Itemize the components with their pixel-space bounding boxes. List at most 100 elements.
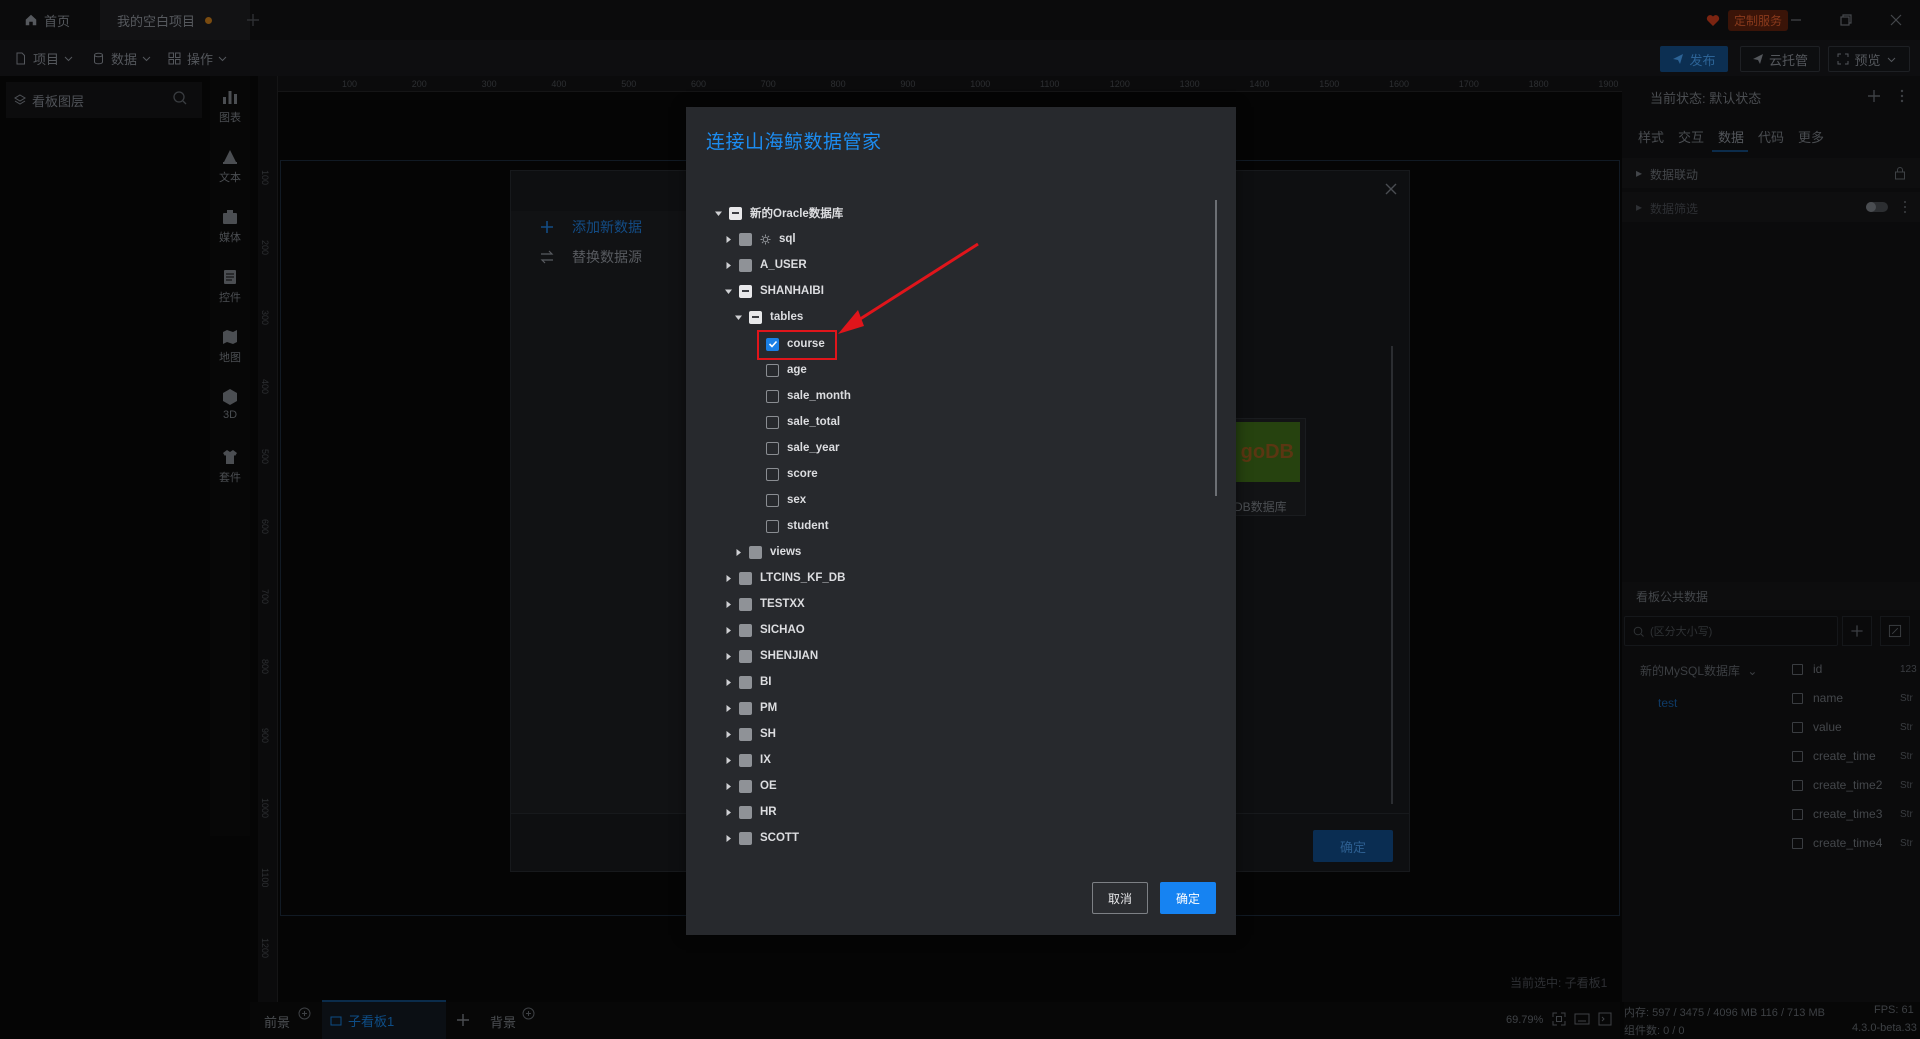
checkbox[interactable] xyxy=(1792,692,1803,704)
tree-leaf-sale-year[interactable]: sale_year xyxy=(766,438,839,458)
tool-chart[interactable]: 图表 xyxy=(210,88,250,125)
tree-node-schema[interactable]: PM xyxy=(724,698,777,718)
cancel-button[interactable]: 取消 xyxy=(1092,882,1148,914)
custom-service-button[interactable]: 定制服务 xyxy=(1706,9,1789,31)
checkbox[interactable] xyxy=(739,701,752,715)
checkbox-indeterminate[interactable] xyxy=(749,310,762,324)
checkbox[interactable] xyxy=(739,805,752,819)
tab-style[interactable]: 样式 xyxy=(1638,127,1664,146)
add-circle-icon[interactable] xyxy=(298,1007,311,1020)
checkbox[interactable] xyxy=(1792,808,1803,820)
checkbox[interactable] xyxy=(739,753,752,767)
tree-node-schema[interactable]: SCOTT xyxy=(724,828,799,848)
checkbox[interactable] xyxy=(766,363,779,377)
search-icon[interactable] xyxy=(172,90,188,106)
public-field-row[interactable]: name Str xyxy=(1792,689,1920,707)
checkbox[interactable] xyxy=(1792,721,1803,733)
tree-node-schema[interactable]: OE xyxy=(724,776,777,796)
checkbox[interactable] xyxy=(766,519,779,533)
tree-node-a-user[interactable]: A_USER xyxy=(724,255,807,275)
minimize-icon[interactable] xyxy=(1786,10,1806,30)
add-data-icon[interactable] xyxy=(1842,616,1872,646)
tree-node-schema[interactable]: IX xyxy=(724,750,771,770)
data-filter-section[interactable]: ▸ 数据筛选 xyxy=(1622,192,1920,222)
tool-3d[interactable]: 3D xyxy=(210,388,250,421)
public-field-row[interactable]: create_time4 Str xyxy=(1792,834,1920,852)
checkbox[interactable] xyxy=(1792,779,1803,791)
tab-data[interactable]: 数据 xyxy=(1718,127,1744,146)
add-icon[interactable] xyxy=(456,1013,470,1027)
tree-node-schema[interactable]: TESTXX xyxy=(724,594,805,614)
nav-replace-source[interactable]: 替换数据源 xyxy=(540,247,642,267)
close-icon[interactable] xyxy=(1384,182,1398,196)
tree-node-schema[interactable]: SHENJIAN xyxy=(724,646,818,666)
tree-leaf-age[interactable]: age xyxy=(766,360,807,380)
menu-data[interactable]: 数据 xyxy=(92,40,157,76)
tree-node-shanhaibi[interactable]: SHANHAIBI xyxy=(724,281,824,301)
checkbox[interactable] xyxy=(739,232,752,246)
more-vertical-icon[interactable] xyxy=(1902,200,1908,214)
menu-project[interactable]: 项目 xyxy=(14,40,79,76)
tree-node-views[interactable]: views xyxy=(734,542,801,562)
background-tab[interactable]: 背景 xyxy=(490,1012,516,1031)
cloud-hosting-button[interactable]: 云托管 xyxy=(1740,46,1820,72)
tab-home[interactable]: 首页 xyxy=(24,0,104,40)
keyboard-icon[interactable] xyxy=(1574,1012,1590,1026)
checkbox[interactable] xyxy=(739,623,752,637)
tree-leaf-sex[interactable]: sex xyxy=(766,490,806,510)
checkbox-indeterminate[interactable] xyxy=(739,284,752,298)
new-tab-icon[interactable] xyxy=(246,13,260,27)
menu-operate[interactable]: 操作 xyxy=(168,40,233,76)
nav-add-new-data[interactable]: 添加新数据 xyxy=(540,217,642,237)
scrollbar[interactable] xyxy=(1391,346,1393,804)
public-field-row[interactable]: create_time2 Str xyxy=(1792,776,1920,794)
checkbox[interactable] xyxy=(766,467,779,481)
checkbox[interactable] xyxy=(739,258,752,272)
filter-toggle[interactable] xyxy=(1866,202,1888,212)
checkbox[interactable] xyxy=(1792,837,1803,849)
checkbox[interactable] xyxy=(739,675,752,689)
close-window-icon[interactable] xyxy=(1886,10,1906,30)
checkbox[interactable] xyxy=(1792,750,1803,762)
tree-node-tables[interactable]: tables xyxy=(734,307,803,327)
checkbox[interactable] xyxy=(766,389,779,403)
tab-project[interactable]: 我的空白项目 xyxy=(100,0,250,40)
tool-map[interactable]: 地图 xyxy=(210,328,250,365)
checkbox[interactable] xyxy=(766,441,779,455)
tree-node-sql[interactable]: sql xyxy=(724,229,796,249)
checkbox[interactable] xyxy=(739,831,752,845)
checkbox[interactable] xyxy=(739,571,752,585)
tree-node-schema[interactable]: HR xyxy=(724,802,777,822)
tab-interaction[interactable]: 交互 xyxy=(1678,127,1704,146)
sub-board-tab[interactable]: 子看板1 xyxy=(322,1000,446,1039)
tree-node-schema[interactable]: BI xyxy=(724,672,772,692)
tree-node-schema[interactable]: LTCINS_KF_DB xyxy=(724,568,845,588)
checkbox[interactable] xyxy=(766,415,779,429)
terminal-icon[interactable] xyxy=(1598,1012,1612,1026)
tree-node-schema[interactable]: SICHAO xyxy=(724,620,805,640)
public-field-row[interactable]: create_time3 Str xyxy=(1792,805,1920,823)
tree-node-root[interactable]: 新的Oracle数据库 xyxy=(714,203,843,223)
tree-leaf-sale-month[interactable]: sale_month xyxy=(766,386,851,406)
public-field-row[interactable]: create_time Str xyxy=(1792,747,1920,765)
checkbox[interactable] xyxy=(766,493,779,507)
data-linkage-section[interactable]: ▸ 数据联动 xyxy=(1622,158,1920,188)
checkbox[interactable] xyxy=(739,727,752,741)
public-data-search[interactable]: (区分大小写) xyxy=(1624,616,1838,646)
preview-button[interactable]: 预览 xyxy=(1828,46,1910,72)
tree-leaf-score[interactable]: score xyxy=(766,464,818,484)
tool-text[interactable]: 文本 xyxy=(210,148,250,185)
checkbox[interactable] xyxy=(739,649,752,663)
checkbox[interactable] xyxy=(1792,663,1803,675)
tree-scrollbar[interactable] xyxy=(1215,200,1217,496)
tool-kit[interactable]: 套件 xyxy=(210,448,250,485)
tool-widget[interactable]: 控件 xyxy=(210,268,250,305)
back-confirm-button[interactable]: 确定 xyxy=(1313,830,1393,862)
tree-leaf-sale-total[interactable]: sale_total xyxy=(766,412,840,432)
add-state-icon[interactable] xyxy=(1866,88,1882,104)
more-vertical-icon[interactable] xyxy=(1898,88,1906,104)
public-field-row[interactable]: value Str xyxy=(1792,718,1920,736)
tab-more[interactable]: 更多 xyxy=(1798,127,1824,146)
zoom-level[interactable]: 69.79% xyxy=(1506,1014,1543,1026)
fit-screen-icon[interactable] xyxy=(1552,1012,1566,1026)
